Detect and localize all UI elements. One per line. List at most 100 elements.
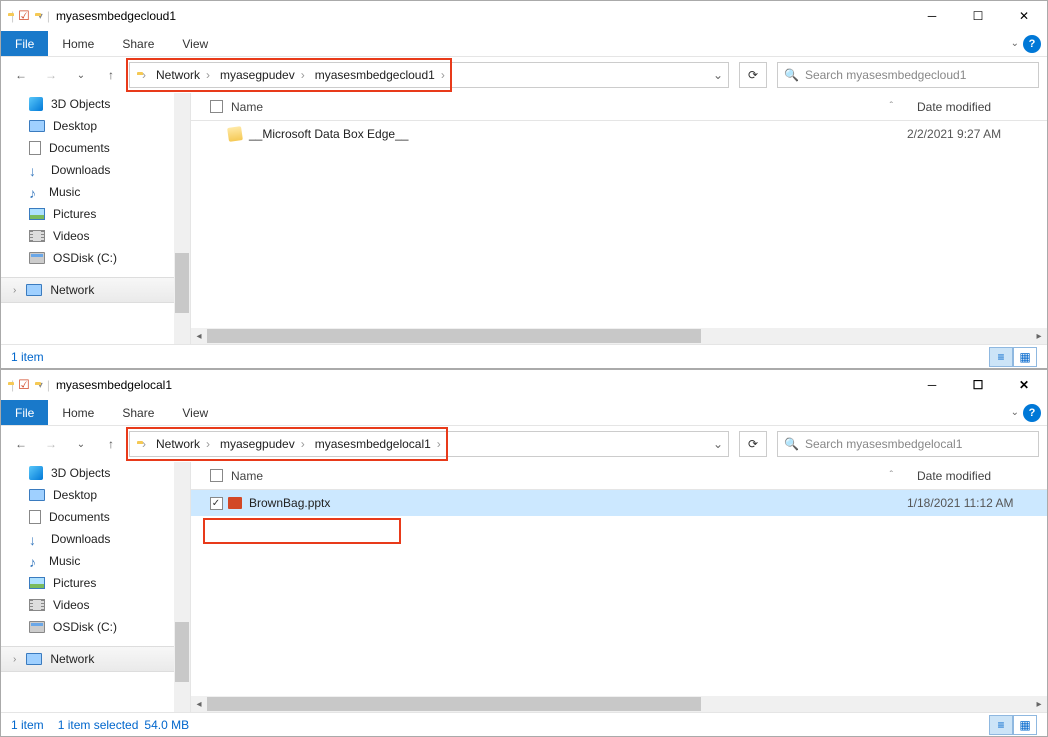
sidebar-item-3d-objects[interactable]: 3D Objects (1, 462, 190, 484)
breadcrumb-separator-icon[interactable]: › (140, 437, 148, 451)
help-icon[interactable]: ? (1023, 35, 1041, 53)
back-button[interactable]: ← (9, 432, 33, 456)
icons-view-button[interactable]: ▦ (1013, 715, 1037, 735)
sidebar-item-pictures[interactable]: Pictures (1, 572, 190, 594)
breadcrumb-share[interactable]: myasesmbedgelocal1› (311, 437, 447, 451)
sort-asc-icon[interactable]: ˆ (890, 101, 893, 112)
address-dropdown-icon[interactable]: ⌄ (708, 63, 728, 87)
sidebar-item-osdisk[interactable]: OSDisk (C:) (1, 616, 190, 638)
tab-file[interactable]: File (1, 400, 48, 425)
sidebar-item-desktop[interactable]: Desktop (1, 115, 190, 137)
file-row[interactable]: __Microsoft Data Box Edge__ 2/2/2021 9:2… (191, 121, 1047, 147)
scroll-thumb[interactable] (207, 697, 701, 711)
chevron-right-icon[interactable]: › (13, 654, 16, 665)
scroll-left-icon[interactable]: ◂ (191, 328, 207, 344)
scroll-thumb[interactable] (207, 329, 701, 343)
horizontal-scrollbar[interactable]: ◂ ▸ (191, 328, 1047, 344)
sidebar-scrollbar[interactable] (174, 93, 190, 344)
sidebar-item-music[interactable]: ♪Music (1, 550, 190, 572)
search-input[interactable]: 🔍 Search myasesmbedgecloud1 (777, 62, 1039, 88)
select-all-checkbox[interactable] (210, 100, 223, 113)
address-dropdown-icon[interactable]: ⌄ (708, 432, 728, 456)
breadcrumb-separator-icon[interactable]: › (140, 68, 148, 82)
maximize-button[interactable]: ☐ (955, 1, 1001, 31)
highlight-annotation (203, 518, 401, 544)
sidebar-item-network[interactable]: ›Network (1, 646, 190, 672)
nav-pane[interactable]: 3D Objects Desktop Documents ↓Downloads … (1, 462, 191, 712)
tab-share[interactable]: Share (108, 31, 168, 56)
breadcrumb-network[interactable]: Network› (152, 437, 216, 451)
sidebar-item-desktop[interactable]: Desktop (1, 484, 190, 506)
maximize-button[interactable]: ☐ (955, 370, 1001, 400)
breadcrumb-host[interactable]: myasegpudev› (216, 437, 311, 451)
details-view-button[interactable]: ≡ (989, 715, 1013, 735)
disk-icon (29, 621, 45, 633)
column-date[interactable]: Date modified (917, 469, 1047, 483)
tab-home[interactable]: Home (48, 31, 108, 56)
scroll-right-icon[interactable]: ▸ (1031, 696, 1047, 712)
search-placeholder: Search myasesmbedgelocal1 (805, 437, 962, 451)
nav-toolbar: ← → ⌄ ↑ › Network› myasegpudev› myasesmb… (1, 57, 1047, 93)
sidebar-item-3d-objects[interactable]: 3D Objects (1, 93, 190, 115)
file-row[interactable]: ✓ BrownBag.pptx 1/18/2021 11:12 AM (191, 490, 1047, 516)
details-view-button[interactable]: ≡ (989, 347, 1013, 367)
sidebar-item-osdisk[interactable]: OSDisk (C:) (1, 247, 190, 269)
sidebar-item-pictures[interactable]: Pictures (1, 203, 190, 225)
sidebar-item-videos[interactable]: Videos (1, 594, 190, 616)
column-date[interactable]: Date modified (917, 100, 1047, 114)
nav-pane[interactable]: 3D Objects Desktop Documents ↓Downloads … (1, 93, 191, 344)
up-button[interactable]: ↑ (99, 432, 123, 456)
chevron-right-icon[interactable]: › (13, 285, 16, 296)
ribbon-expand-icon[interactable]: ⌄ (1011, 38, 1019, 49)
sidebar-item-music[interactable]: ♪Music (1, 181, 190, 203)
row-checkbox[interactable]: ✓ (210, 497, 223, 510)
refresh-button[interactable]: ⟳ (739, 62, 767, 88)
tab-view[interactable]: View (168, 400, 222, 425)
back-button[interactable]: ← (9, 63, 33, 87)
qat-checkbox-icon[interactable]: ☑ (18, 377, 30, 393)
scroll-left-icon[interactable]: ◂ (191, 696, 207, 712)
documents-icon (29, 141, 41, 155)
close-button[interactable]: ✕ (1001, 370, 1047, 400)
forward-button[interactable]: → (39, 432, 63, 456)
ribbon-expand-icon[interactable]: ⌄ (1011, 407, 1019, 418)
titlebar[interactable]: | ☑ ▾ | myasesmbedgecloud1 ─ ☐ ✕ (1, 1, 1047, 31)
address-bar[interactable]: › Network› myasegpudev› myasesmbedgeclou… (129, 62, 729, 88)
titlebar[interactable]: | ☑ ▾ | myasesmbedgelocal1 ─ ☐ ✕ (1, 370, 1047, 400)
breadcrumb-host[interactable]: myasegpudev› (216, 68, 311, 82)
sidebar-item-network[interactable]: ›Network (1, 277, 190, 303)
tab-view[interactable]: View (168, 31, 222, 56)
recent-dropdown-icon[interactable]: ⌄ (69, 63, 93, 87)
help-icon[interactable]: ? (1023, 404, 1041, 422)
forward-button[interactable]: → (39, 63, 63, 87)
sidebar-item-downloads[interactable]: ↓Downloads (1, 159, 190, 181)
search-input[interactable]: 🔍 Search myasesmbedgelocal1 (777, 431, 1039, 457)
tab-file[interactable]: File (1, 31, 48, 56)
ribbon-tabs: File Home Share View ⌄ ? (1, 400, 1047, 426)
column-name[interactable]: Nameˆ (225, 469, 917, 483)
sidebar-scrollbar[interactable] (174, 462, 190, 712)
breadcrumb-network[interactable]: Network› (152, 68, 216, 82)
address-bar[interactable]: › Network› myasegpudev› myasesmbedgeloca… (129, 431, 729, 457)
status-bar: 1 item 1 item selected 54.0 MB ≡ ▦ (1, 712, 1047, 736)
sidebar-item-documents[interactable]: Documents (1, 506, 190, 528)
tab-home[interactable]: Home (48, 400, 108, 425)
qat-checkbox-icon[interactable]: ☑ (18, 8, 30, 24)
recent-dropdown-icon[interactable]: ⌄ (69, 432, 93, 456)
sidebar-item-videos[interactable]: Videos (1, 225, 190, 247)
minimize-button[interactable]: ─ (909, 1, 955, 31)
scroll-right-icon[interactable]: ▸ (1031, 328, 1047, 344)
refresh-button[interactable]: ⟳ (739, 431, 767, 457)
sidebar-item-documents[interactable]: Documents (1, 137, 190, 159)
sort-asc-icon[interactable]: ˆ (890, 470, 893, 481)
column-name[interactable]: Nameˆ (225, 100, 917, 114)
horizontal-scrollbar[interactable]: ◂ ▸ (191, 696, 1047, 712)
select-all-checkbox[interactable] (210, 469, 223, 482)
up-button[interactable]: ↑ (99, 63, 123, 87)
tab-share[interactable]: Share (108, 400, 168, 425)
breadcrumb-share[interactable]: myasesmbedgecloud1› (311, 68, 451, 82)
close-button[interactable]: ✕ (1001, 1, 1047, 31)
icons-view-button[interactable]: ▦ (1013, 347, 1037, 367)
sidebar-item-downloads[interactable]: ↓Downloads (1, 528, 190, 550)
minimize-button[interactable]: ─ (909, 370, 955, 400)
